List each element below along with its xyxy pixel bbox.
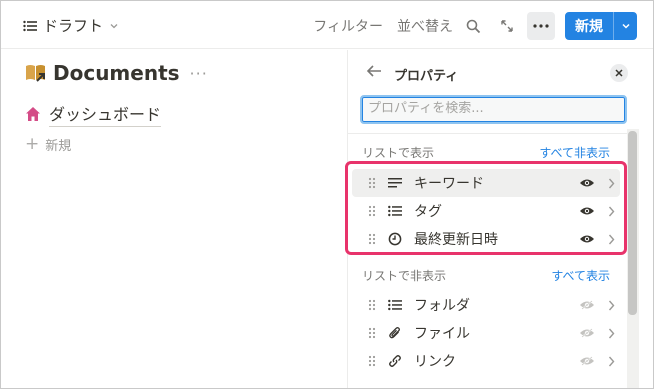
- list-icon: [386, 299, 404, 311]
- property-name: キーワード: [414, 176, 484, 192]
- property-name: ファイル: [414, 326, 470, 342]
- property-search-field[interactable]: [360, 95, 627, 124]
- visibility-toggle-eye-off-icon[interactable]: [576, 356, 598, 366]
- property-row-file[interactable]: ファイル: [352, 319, 620, 347]
- property-row-link[interactable]: リンク: [352, 347, 620, 375]
- filter-button[interactable]: フィルター: [313, 16, 383, 36]
- hidden-section-header: リストで非表示 すべて表示: [362, 267, 610, 284]
- chevron-down-icon: [621, 23, 630, 29]
- visibility-toggle-eye-icon[interactable]: [576, 206, 598, 216]
- show-all-button[interactable]: すべて表示: [551, 267, 610, 284]
- toolbar-actions: フィルター 並べ替え 新規: [299, 12, 637, 40]
- close-panel-button[interactable]: [610, 64, 628, 82]
- chevron-right-icon[interactable]: [602, 356, 620, 367]
- search-icon: [466, 19, 480, 33]
- shown-section-header: リストで表示 すべて非表示: [362, 144, 610, 161]
- chevron-right-icon[interactable]: [602, 328, 620, 339]
- new-dropdown-button[interactable]: [613, 12, 637, 40]
- top-toolbar: ドラフト フィルター 並べ替え 新規: [1, 1, 653, 49]
- expand-button[interactable]: [493, 12, 521, 40]
- panel-scrollbar-thumb[interactable]: [628, 131, 637, 315]
- shown-section-label: リストで表示: [362, 146, 435, 160]
- paperclip-icon: [386, 326, 404, 340]
- plus-icon: +: [25, 134, 40, 154]
- visibility-toggle-eye-off-icon[interactable]: [576, 328, 598, 338]
- add-new-label: 新規: [45, 139, 72, 154]
- list-view-icon: [23, 20, 37, 31]
- search-button[interactable]: [459, 12, 487, 40]
- visibility-toggle-eye-icon[interactable]: [576, 178, 598, 188]
- visibility-toggle-eye-icon[interactable]: [576, 234, 598, 244]
- list-icon: [386, 205, 404, 217]
- page-title-row: Documents ···: [25, 61, 208, 85]
- page-more-button[interactable]: ···: [190, 64, 208, 83]
- clock-icon: [386, 232, 404, 246]
- text-lines-icon: [386, 177, 404, 189]
- add-new-row[interactable]: + 新規: [25, 134, 72, 155]
- property-row-keyword[interactable]: キーワード: [352, 169, 620, 197]
- new-button-group: 新規: [565, 12, 637, 40]
- panel-title: プロパティ: [394, 69, 459, 84]
- chevron-down-icon: [110, 23, 118, 28]
- property-name: タグ: [414, 204, 442, 220]
- panel-divider: [348, 133, 628, 134]
- back-button[interactable]: [366, 64, 382, 82]
- expand-arrows-icon: [501, 20, 513, 32]
- arrow-left-icon: [366, 65, 381, 77]
- hidden-section-label: リストで非表示: [362, 269, 447, 283]
- panel-header: プロパティ: [348, 50, 642, 94]
- chevron-right-icon[interactable]: [602, 206, 620, 217]
- hide-all-button[interactable]: すべて非表示: [539, 144, 610, 161]
- chevron-right-icon[interactable]: [602, 178, 620, 189]
- drag-handle-icon[interactable]: [362, 177, 382, 189]
- book-link-icon: [26, 65, 45, 82]
- drag-handle-icon[interactable]: [362, 299, 382, 311]
- visibility-toggle-eye-off-icon[interactable]: [576, 300, 598, 310]
- view-switcher[interactable]: ドラフト: [23, 15, 119, 36]
- property-search-input[interactable]: [368, 101, 619, 116]
- property-row-folder[interactable]: フォルダ: [352, 291, 620, 319]
- dashboard-link[interactable]: ダッシュボード: [25, 101, 162, 127]
- chevron-right-icon[interactable]: [602, 300, 620, 311]
- home-icon: [26, 107, 40, 121]
- more-options-button[interactable]: [527, 12, 555, 40]
- property-name: リンク: [414, 354, 456, 370]
- drag-handle-icon[interactable]: [362, 205, 382, 217]
- page-title: Documents: [53, 61, 180, 85]
- sort-button[interactable]: 並べ替え: [397, 16, 453, 36]
- drag-handle-icon[interactable]: [362, 233, 382, 245]
- drag-handle-icon[interactable]: [362, 327, 382, 339]
- app-window: ドラフト フィルター 並べ替え 新規 Documents ··· ダッシュボード…: [0, 0, 654, 389]
- drag-handle-icon[interactable]: [362, 355, 382, 367]
- view-name: ドラフト: [43, 17, 104, 35]
- link-icon: [386, 354, 404, 368]
- new-button[interactable]: 新規: [565, 12, 613, 40]
- close-icon: [615, 69, 623, 77]
- chevron-right-icon[interactable]: [602, 234, 620, 245]
- more-dots-icon: [533, 24, 549, 28]
- dashboard-link-label: ダッシュボード: [49, 101, 162, 127]
- property-row-last-edited[interactable]: 最終更新日時: [352, 225, 620, 253]
- property-name: フォルダ: [414, 298, 470, 314]
- properties-panel: プロパティ リストで表示 すべて非表示 キーワード: [347, 50, 642, 388]
- property-row-tag[interactable]: タグ: [352, 197, 620, 225]
- property-name: 最終更新日時: [414, 232, 498, 248]
